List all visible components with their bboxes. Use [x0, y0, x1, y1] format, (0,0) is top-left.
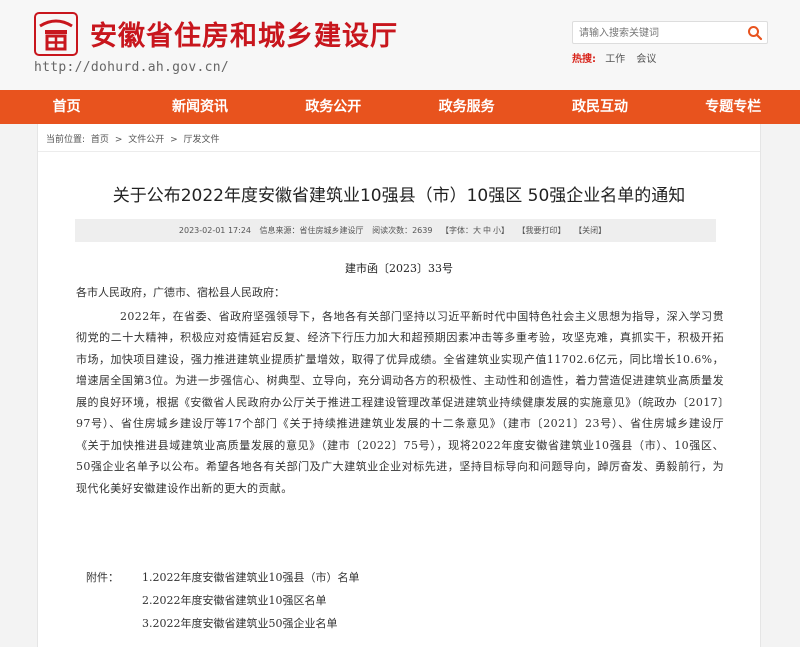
close-button[interactable]: 【关闭】	[574, 226, 606, 235]
font-large-button[interactable]: 大	[473, 226, 481, 235]
nav-item-interaction[interactable]: 政民互动	[533, 90, 666, 124]
hot-search: 热搜: 工作 会议	[572, 50, 664, 65]
breadcrumb-separator: >	[170, 135, 178, 145]
site-url: http://dohurd.ah.gov.cn/	[34, 60, 230, 75]
attachment-link[interactable]: 3.2022年度安徽省建筑业50强企业名单	[142, 612, 338, 635]
source-info: 信息来源：省住房城乡建设厅	[260, 226, 364, 235]
print-button[interactable]: 【我要打印】	[518, 226, 566, 235]
search-input[interactable]	[579, 24, 739, 42]
article-container: 当前位置: 首页 > 文件公开 > 厅发文件 关于公布2022年度安徽省建筑业1…	[37, 124, 761, 647]
divider	[38, 151, 760, 152]
breadcrumb-home[interactable]: 首页	[91, 135, 109, 145]
search-box	[572, 21, 768, 44]
font-label: 【字体：	[441, 226, 473, 235]
search-icon[interactable]	[747, 25, 763, 41]
main-nav: 首页 新闻资讯 政务公开 政务服务 政民互动 专题专栏	[0, 90, 800, 124]
attachment-link[interactable]: 1.2022年度安徽省建筑业10强县（市）名单	[142, 566, 360, 589]
hot-search-item[interactable]: 工作	[605, 54, 625, 65]
breadcrumb-separator: >	[114, 135, 123, 145]
views-label: 阅读次数：	[372, 226, 413, 235]
nav-item-gov-services[interactable]: 政务服务	[400, 90, 533, 124]
attachments-label: 附件：	[86, 571, 119, 584]
logo-icon[interactable]	[34, 12, 78, 56]
view-count: 阅读次数：2639	[372, 226, 432, 235]
source-label: 信息来源：	[259, 226, 300, 235]
nav-item-news[interactable]: 新闻资讯	[133, 90, 266, 124]
font-close: 】	[501, 226, 509, 235]
breadcrumb-dept-documents[interactable]: 厅发文件	[184, 135, 220, 145]
nav-item-home[interactable]: 首页	[0, 90, 133, 124]
nav-item-topics[interactable]: 专题专栏	[667, 90, 800, 124]
font-small-button[interactable]: 小	[493, 226, 501, 235]
views-value: 2639	[412, 226, 433, 235]
article-title: 关于公布2022年度安徽省建筑业10强县（市）10强区 50强企业名单的通知	[112, 186, 686, 206]
font-size-control: 【字体：大中小】	[441, 226, 509, 235]
document-number: 建市函〔2023〕33号	[345, 262, 453, 275]
article-body: 各市人民政府，广德市、宿松县人民政府： 2022年，在省委、省政府坚强领导下，各…	[76, 282, 724, 499]
hot-search-item[interactable]: 会议	[636, 54, 656, 65]
breadcrumb-label: 当前位置:	[46, 135, 86, 145]
site-header: 安徽省住房和城乡建设厅 http://dohurd.ah.gov.cn/ 热搜:…	[0, 0, 800, 90]
breadcrumb: 当前位置: 首页 > 文件公开 > 厅发文件	[46, 132, 223, 145]
source-value: 省住房城乡建设厅	[299, 226, 364, 235]
article-meta: 2023-02-01 17:24 信息来源：省住房城乡建设厅 阅读次数：2639…	[75, 219, 716, 242]
publish-date: 2023-02-01 17:24	[178, 226, 251, 235]
font-medium-button[interactable]: 中	[483, 226, 491, 235]
breadcrumb-file-public[interactable]: 文件公开	[128, 135, 164, 145]
site-name[interactable]: 安徽省住房和城乡建设厅	[90, 14, 398, 53]
addressee: 各市人民政府，广德市、宿松县人民政府：	[76, 286, 285, 299]
body-paragraph: 2022年，在省委、省政府坚强领导下，各地各有关部门坚持以习近平新时代中国特色社…	[76, 309, 724, 495]
attachment-link[interactable]: 2.2022年度安徽省建筑业10强区名单	[142, 589, 327, 612]
nav-item-gov-affairs[interactable]: 政务公开	[267, 90, 400, 124]
hot-search-label: 热搜:	[572, 54, 596, 65]
